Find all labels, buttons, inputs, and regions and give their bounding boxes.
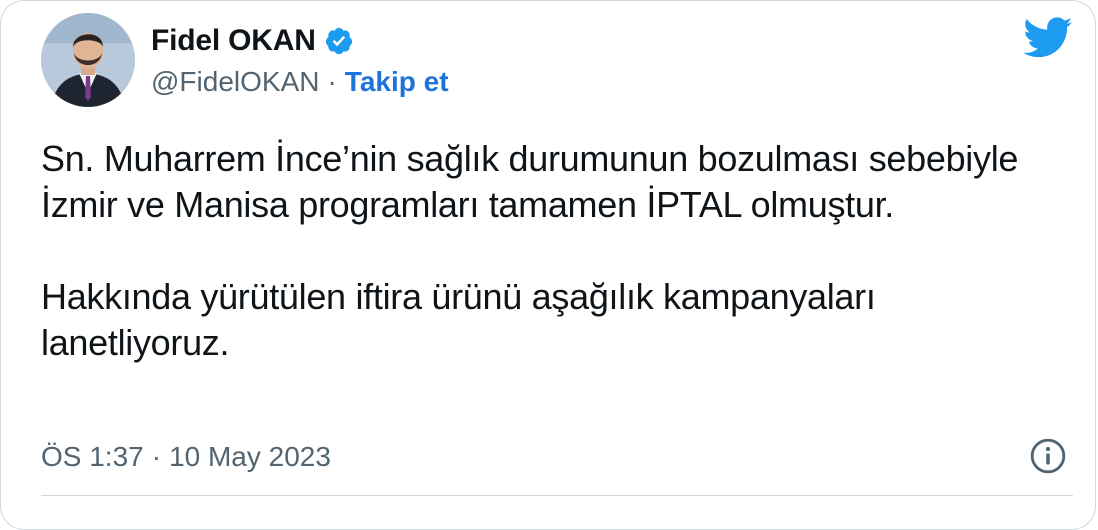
author-name-row: Fidel OKAN: [151, 21, 354, 61]
tweet-time[interactable]: ÖS 1:37: [41, 441, 144, 473]
tweet-card: Fidel OKAN @FidelOKAN · Takip et Sn. Muh…: [0, 0, 1096, 530]
twitter-bird-icon[interactable]: [1023, 17, 1073, 59]
tweet-text: Sn. Muharrem İnce’nin sağlık durumunun b…: [41, 136, 1051, 366]
tweet-meta: ÖS 1:37 · 10 May 2023: [41, 437, 331, 477]
tweet-paragraph: Sn. Muharrem İnce’nin sağlık durumunun b…: [41, 138, 1019, 225]
author-name[interactable]: Fidel OKAN: [151, 24, 316, 58]
meta-separator: ·: [151, 441, 162, 472]
divider: [41, 495, 1073, 496]
avatar[interactable]: [41, 13, 135, 107]
author-handle-row: @FidelOKAN · Takip et: [151, 63, 449, 101]
follow-button[interactable]: Takip et: [345, 66, 449, 98]
handle-separator: ·: [327, 66, 337, 97]
tweet-date[interactable]: 10 May 2023: [169, 441, 331, 473]
verified-badge-icon: [325, 27, 352, 55]
profile-photo: [41, 13, 135, 107]
author-handle[interactable]: @FidelOKAN: [151, 66, 319, 98]
tweet-paragraph: Hakkında yürütülen iftira ürünü aşağılık…: [41, 276, 876, 363]
info-icon[interactable]: [1029, 437, 1067, 475]
